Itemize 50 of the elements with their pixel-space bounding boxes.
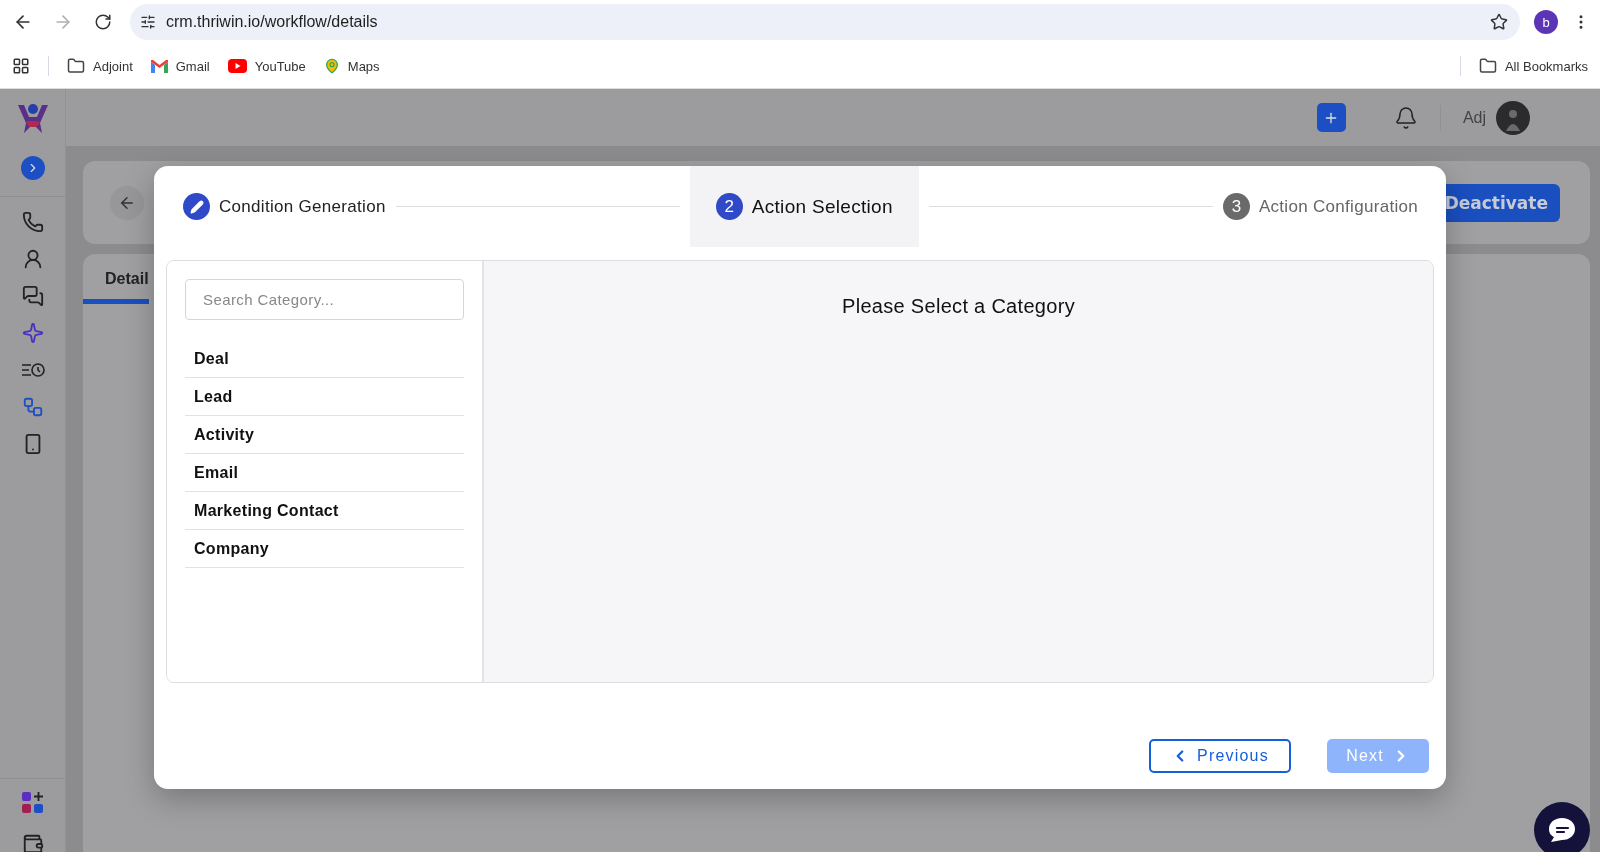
bookmark-link[interactable]: Maps <box>323 58 380 74</box>
address-bar[interactable]: crm.thriwin.io/workflow/details <box>130 4 1520 40</box>
apps-icon[interactable] <box>12 57 30 75</box>
bookmark-label: Maps <box>347 58 380 74</box>
wallet-icon[interactable] <box>21 833 44 852</box>
bookmark-label: All Bookmarks <box>1504 58 1588 74</box>
reload-icon <box>94 13 112 31</box>
search-field[interactable]: Search Category... <box>185 279 464 320</box>
tab[interactable]: Detail <box>83 254 149 304</box>
step-label[interactable]: Condition Generation <box>219 196 386 217</box>
category-item[interactable]: Activity <box>185 416 464 454</box>
sparkle-icon[interactable] <box>21 322 44 344</box>
bell-icon[interactable] <box>1393 105 1418 130</box>
bookmark-link[interactable]: Gmail <box>150 58 210 74</box>
step-number: 2 <box>715 193 743 220</box>
category-item[interactable]: Deal <box>185 340 464 378</box>
bookmark-label: Adjoint <box>93 58 133 74</box>
map-pin-icon <box>323 58 340 74</box>
category-item[interactable]: Company <box>185 530 464 568</box>
bookmark-link[interactable]: Adjoint <box>67 57 133 75</box>
star-icon[interactable] <box>1490 13 1508 31</box>
step-label[interactable]: Action Selection <box>751 195 893 218</box>
gmail-icon <box>150 59 168 73</box>
bookmark-link[interactable]: All Bookmarks <box>1478 57 1588 75</box>
user-name: Adj <box>1462 108 1486 127</box>
chat-bubbles-icon[interactable] <box>21 285 44 307</box>
step-number: 3 <box>1222 193 1250 220</box>
play-icon <box>227 59 247 73</box>
folder-icon <box>1478 57 1497 75</box>
avatar[interactable] <box>1496 100 1530 135</box>
chat-icon <box>1547 816 1577 844</box>
flow-chart-icon[interactable] <box>21 396 44 418</box>
profile-button[interactable]: b <box>1534 10 1558 34</box>
add-button[interactable] <box>1316 103 1346 132</box>
back-button[interactable] <box>110 185 144 220</box>
folder-icon <box>67 57 85 75</box>
previous-button[interactable]: Previous <box>1149 739 1291 773</box>
category-item[interactable]: Lead <box>185 378 464 416</box>
category-item[interactable]: Email <box>185 454 464 492</box>
panel-title: Please Select a Category <box>842 295 1075 319</box>
expand-button[interactable] <box>20 156 45 180</box>
step-label[interactable]: Action Configuration <box>1258 196 1418 217</box>
bookmark-label: YouTube <box>254 58 306 74</box>
category-item[interactable]: Marketing Contact <box>185 492 464 530</box>
bookmark-label: Gmail <box>175 58 210 74</box>
phone-icon[interactable] <box>21 211 44 233</box>
url-text: crm.thriwin.io/workflow/details <box>166 13 379 31</box>
bookmark-link[interactable]: YouTube <box>227 58 306 74</box>
apps-add-icon[interactable] <box>20 791 45 815</box>
site-info-icon[interactable] <box>140 14 156 30</box>
